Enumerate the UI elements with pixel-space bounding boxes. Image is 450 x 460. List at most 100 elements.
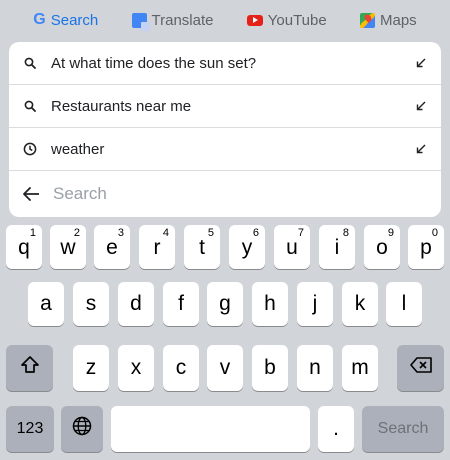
- suggestion-row[interactable]: At what time does the sun set?: [9, 42, 441, 85]
- keyboard: 1q 2w 3e 4r 5t 6y 7u 8i 9o 0p a s d f g …: [0, 220, 450, 460]
- key-label: 123: [16, 420, 44, 437]
- key-hint: 9: [387, 227, 394, 239]
- period-key[interactable]: .: [318, 406, 354, 452]
- key-label: k: [354, 292, 366, 315]
- key-v[interactable]: v: [207, 345, 243, 391]
- key-k[interactable]: k: [342, 282, 378, 326]
- key-label: c: [175, 356, 187, 379]
- top-link-label: Search: [50, 11, 99, 29]
- search-input[interactable]: [53, 184, 441, 204]
- key-label: h: [264, 292, 276, 315]
- key-label: w: [60, 236, 76, 259]
- suggestion-text: At what time does the sun set?: [51, 54, 257, 72]
- key-y[interactable]: 6y: [229, 225, 265, 269]
- globe-icon: [71, 415, 93, 443]
- key-g[interactable]: g: [207, 282, 243, 326]
- suggestion-text: Restaurants near me: [51, 97, 192, 115]
- search-bar: [9, 171, 441, 217]
- key-label: s: [85, 292, 97, 315]
- key-label: i: [334, 236, 340, 259]
- key-q[interactable]: 1q: [6, 225, 42, 269]
- key-h[interactable]: h: [252, 282, 288, 326]
- top-link-translate[interactable]: Translate: [131, 11, 214, 31]
- search-icon: [9, 100, 51, 112]
- key-d[interactable]: d: [118, 282, 154, 326]
- key-a[interactable]: a: [28, 282, 64, 326]
- key-z[interactable]: z: [73, 345, 109, 391]
- suggestion-text: weather: [51, 140, 105, 158]
- globe-key[interactable]: [61, 406, 103, 452]
- key-label: .: [333, 417, 339, 440]
- key-label: z: [85, 356, 97, 379]
- top-link-label: YouTube: [267, 11, 327, 29]
- key-label: o: [376, 236, 388, 259]
- key-hint: 2: [73, 227, 80, 239]
- numbers-key[interactable]: 123: [6, 406, 54, 452]
- key-hint: 5: [207, 227, 214, 239]
- google-g-icon: G: [33, 11, 46, 28]
- key-c[interactable]: c: [163, 345, 199, 391]
- key-label: n: [309, 356, 321, 379]
- top-bar: G Search Translate YouTube Maps: [0, 0, 450, 40]
- maps-icon: [359, 12, 375, 28]
- key-o[interactable]: 9o: [364, 225, 400, 269]
- key-label: e: [106, 236, 118, 259]
- key-label: q: [18, 236, 30, 259]
- key-l[interactable]: l: [386, 282, 422, 326]
- key-label: u: [286, 236, 298, 259]
- key-r[interactable]: 4r: [139, 225, 175, 269]
- key-p[interactable]: 0p: [408, 225, 444, 269]
- key-u[interactable]: 7u: [274, 225, 310, 269]
- search-key[interactable]: Search: [362, 406, 444, 452]
- key-f[interactable]: f: [163, 282, 199, 326]
- top-link-label: Translate: [151, 11, 214, 29]
- fill-query-arrow-icon[interactable]: [401, 101, 441, 111]
- key-label: a: [40, 292, 52, 315]
- key-label: x: [130, 356, 142, 379]
- backspace-key[interactable]: [397, 345, 444, 391]
- key-label: y: [241, 236, 253, 259]
- key-b[interactable]: b: [252, 345, 288, 391]
- key-label: b: [264, 356, 276, 379]
- key-label: r: [153, 236, 161, 259]
- fill-query-arrow-icon[interactable]: [401, 58, 441, 68]
- key-e[interactable]: 3e: [94, 225, 130, 269]
- key-label: j: [312, 292, 318, 315]
- back-arrow-icon[interactable]: [9, 187, 53, 201]
- key-t[interactable]: 5t: [184, 225, 220, 269]
- key-x[interactable]: x: [118, 345, 154, 391]
- key-hint: 8: [342, 227, 349, 239]
- key-label: f: [178, 292, 184, 315]
- top-link-label: Maps: [379, 11, 417, 29]
- translate-icon: [131, 12, 150, 31]
- space-key[interactable]: [111, 406, 310, 452]
- key-i[interactable]: 8i: [319, 225, 355, 269]
- key-hint: 1: [29, 227, 36, 239]
- key-hint: 3: [117, 227, 124, 239]
- suggestion-row[interactable]: weather: [9, 128, 441, 171]
- key-label: l: [401, 292, 407, 315]
- key-label: t: [199, 236, 205, 259]
- fill-query-arrow-icon[interactable]: [401, 144, 441, 154]
- shift-icon: [20, 355, 40, 381]
- top-link-maps[interactable]: Maps: [359, 11, 417, 29]
- top-link-search[interactable]: G Search: [33, 11, 98, 29]
- shift-key[interactable]: [6, 345, 53, 391]
- backspace-icon: [409, 356, 433, 380]
- key-n[interactable]: n: [297, 345, 333, 391]
- suggestions-panel: At what time does the sun set? Restauran…: [9, 42, 441, 217]
- key-s[interactable]: s: [73, 282, 109, 326]
- key-w[interactable]: 2w: [50, 225, 86, 269]
- youtube-icon: [246, 14, 263, 26]
- key-hint: 7: [297, 227, 304, 239]
- suggestion-row[interactable]: Restaurants near me: [9, 85, 441, 128]
- search-icon: [9, 57, 51, 69]
- key-label: m: [351, 356, 369, 379]
- top-link-youtube[interactable]: YouTube: [246, 11, 327, 29]
- key-label: g: [219, 292, 231, 315]
- key-label: p: [420, 236, 432, 259]
- key-hint: 6: [252, 227, 259, 239]
- key-j[interactable]: j: [297, 282, 333, 326]
- key-label: Search: [377, 420, 429, 437]
- key-m[interactable]: m: [342, 345, 378, 391]
